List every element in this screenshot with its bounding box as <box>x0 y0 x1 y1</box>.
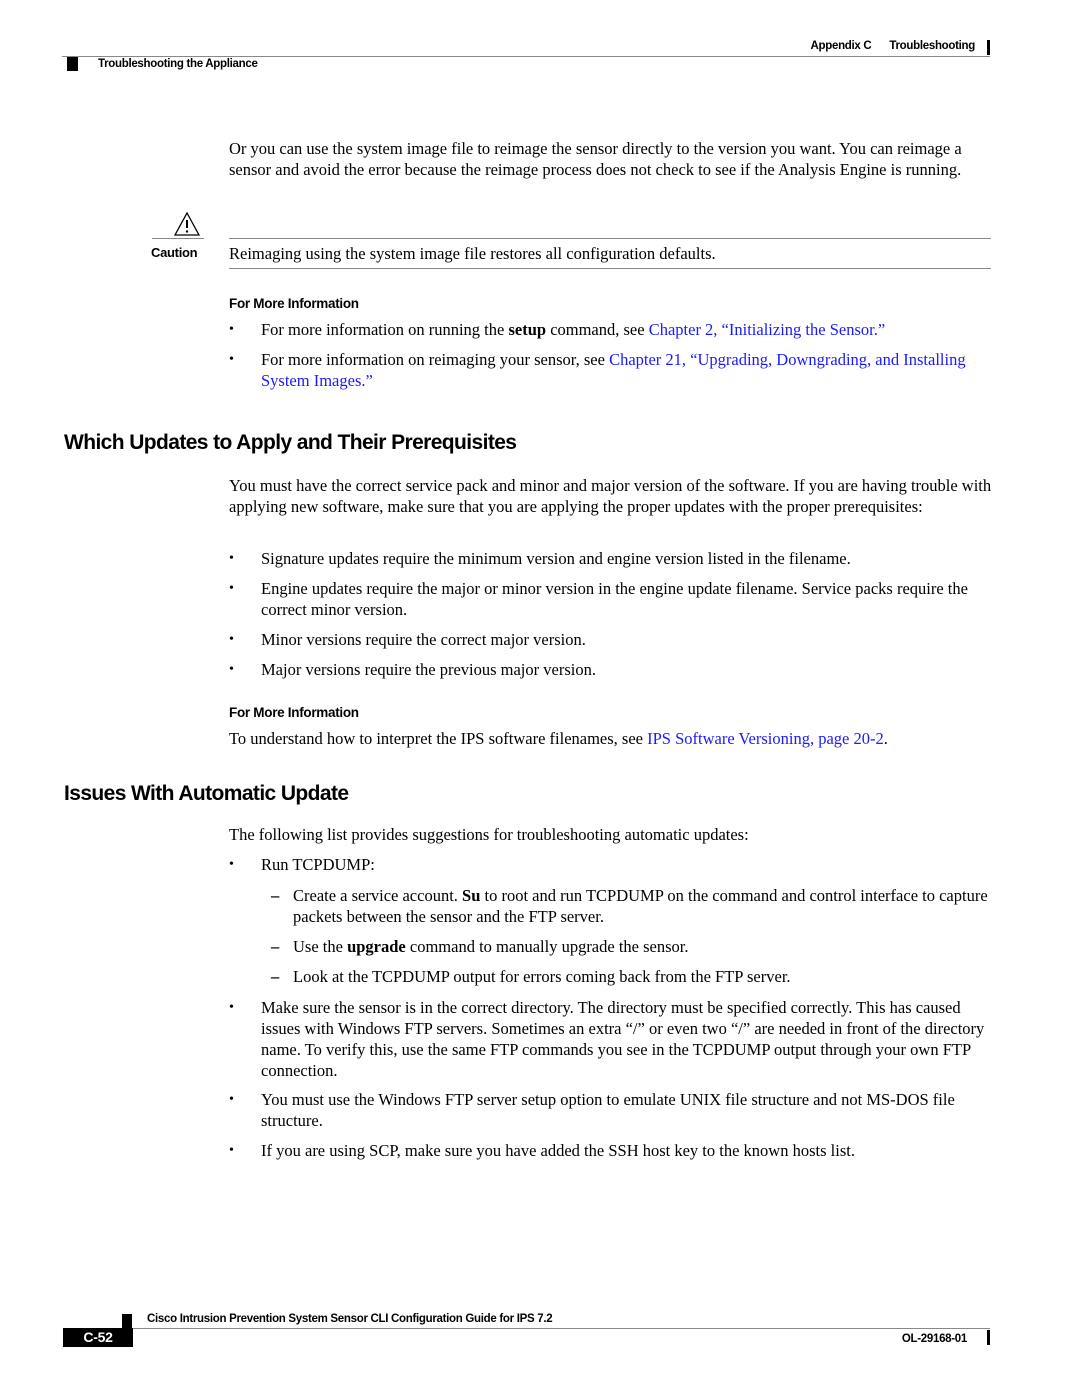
list-item: • Signature updates require the minimum … <box>229 548 994 569</box>
more-info-heading: For More Information <box>229 705 359 720</box>
footer-marker-bar <box>987 1330 990 1345</box>
item-text: Run TCPDUMP: <box>261 855 375 874</box>
bullet-icon: • <box>229 322 234 337</box>
more-info-paragraph: To understand how to interpret the IPS s… <box>229 728 994 749</box>
section-heading: Which Updates to Apply and Their Prerequ… <box>64 431 517 454</box>
header-marker-bar <box>987 40 990 55</box>
intro-paragraph: Or you can use the system image file to … <box>229 139 962 179</box>
item-text: Create a service account. <box>293 886 463 905</box>
bullet-icon: • <box>229 551 234 566</box>
bullet-icon: • <box>229 632 234 647</box>
footer-guide-title: Cisco Intrusion Prevention System Sensor… <box>147 1313 553 1325</box>
item-text: To understand how to interpret the IPS s… <box>229 729 648 748</box>
dash-icon: – <box>271 967 280 986</box>
bullet-icon: • <box>229 1143 234 1158</box>
list-item: • If you are using SCP, make sure you ha… <box>229 1140 994 1161</box>
item-text: Major versions require the previous majo… <box>261 660 596 679</box>
chapter-title: Troubleshooting <box>889 40 975 52</box>
header-marker-square <box>67 57 78 71</box>
dash-icon: – <box>271 886 280 905</box>
caution-icon-rule <box>152 238 204 239</box>
ips-software-versioning-link[interactable]: IPS Software Versioning, page 20-2 <box>647 729 884 748</box>
header-rule <box>62 56 990 57</box>
item-text: Use the <box>293 937 348 956</box>
sub-list-item: – Create a service account. Su to root a… <box>261 885 994 927</box>
bullet-icon: • <box>229 1092 234 1107</box>
bullet-icon: • <box>229 352 234 367</box>
caution-label: Caution <box>151 245 198 260</box>
command-name: Su <box>462 886 481 905</box>
caution-rule-top <box>229 238 991 239</box>
item-text: Make sure the sensor is in the correct d… <box>261 998 985 1080</box>
command-name: upgrade <box>347 937 406 956</box>
item-text: If you are using SCP, make sure you have… <box>261 1141 855 1160</box>
chapter-2-link[interactable]: Chapter 2, “Initializing the Sensor.” <box>649 320 885 339</box>
list-item: • You must use the Windows FTP server se… <box>229 1089 994 1131</box>
list-item: • For more information on reimaging your… <box>229 349 994 391</box>
sub-list-item: – Look at the TCPDUMP output for errors … <box>261 966 994 987</box>
list-item: • Make sure the sensor is in the correct… <box>229 997 994 1081</box>
running-header-section: Troubleshooting the Appliance <box>98 58 258 70</box>
list-item: • Engine updates require the major or mi… <box>229 578 994 620</box>
bullet-icon: • <box>229 581 234 596</box>
sub-list-item: – Use the upgrade command to manually up… <box>261 936 994 957</box>
bullet-icon: • <box>229 1000 234 1015</box>
dash-icon: – <box>271 937 280 956</box>
footer-rule <box>132 1328 990 1329</box>
section-heading: Issues With Automatic Update <box>64 782 349 805</box>
bullet-icon: • <box>229 662 234 677</box>
command-name: setup <box>508 320 547 339</box>
section-paragraph: The following list provides suggestions … <box>229 825 749 844</box>
item-text: Look at the TCPDUMP output for errors co… <box>293 967 791 986</box>
more-info-heading: For More Information <box>229 296 359 311</box>
item-text: You must use the Windows FTP server setu… <box>261 1090 955 1130</box>
warning-triangle-icon <box>173 211 201 236</box>
item-text: Engine updates require the major or mino… <box>261 579 968 619</box>
item-text: Minor versions require the correct major… <box>261 630 586 649</box>
item-text: command, see <box>546 320 649 339</box>
item-text: command to manually upgrade the sensor. <box>405 937 689 956</box>
item-text: For more information on reimaging your s… <box>261 350 610 369</box>
chapter-label: Appendix C <box>810 40 872 52</box>
list-item: • Major versions require the previous ma… <box>229 659 994 680</box>
list-item: • For more information on running the se… <box>229 319 994 340</box>
caution-text: Reimaging using the system image file re… <box>229 244 716 263</box>
list-item: • Minor versions require the correct maj… <box>229 629 994 650</box>
running-header-chapter: Appendix C Troubleshooting <box>810 40 976 52</box>
bullet-icon: • <box>229 857 234 872</box>
item-text: For more information on running the <box>261 320 509 339</box>
caution-rule-bottom <box>229 268 991 269</box>
item-text: . <box>883 729 888 748</box>
page-number: C-52 <box>63 1328 133 1347</box>
section-paragraph: You must have the correct service pack a… <box>229 476 992 516</box>
footer-marker-square <box>122 1314 132 1328</box>
list-item: • Run TCPDUMP: <box>229 854 994 875</box>
item-text: Signature updates require the minimum ve… <box>261 549 851 568</box>
document-number: OL-29168-01 <box>901 1333 967 1345</box>
